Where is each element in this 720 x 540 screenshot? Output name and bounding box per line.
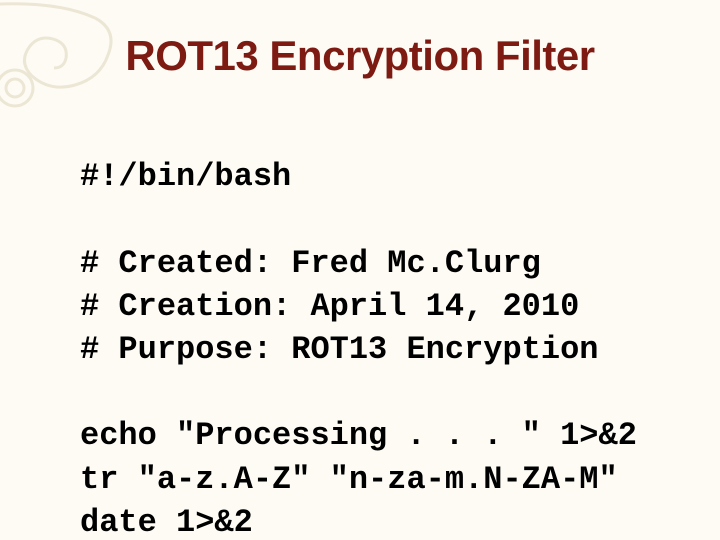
- code-line: # Creation: April 14, 2010: [80, 288, 579, 325]
- code-block: #!/bin/bash # Created: Fred Mc.Clurg # C…: [80, 112, 680, 540]
- code-line: #!/bin/bash: [80, 158, 291, 195]
- code-line: date 1>&2: [80, 504, 253, 540]
- code-line: # Created: Fred Mc.Clurg: [80, 245, 541, 282]
- code-line: echo "Processing . . . " 1>&2: [80, 417, 637, 454]
- slide-title: ROT13 Encryption Filter: [0, 32, 720, 80]
- code-line: # Purpose: ROT13 Encryption: [80, 331, 598, 368]
- code-line: tr "a-z.A-Z" "n-za-m.N-ZA-M": [80, 461, 618, 498]
- slide: ROT13 Encryption Filter #!/bin/bash # Cr…: [0, 0, 720, 540]
